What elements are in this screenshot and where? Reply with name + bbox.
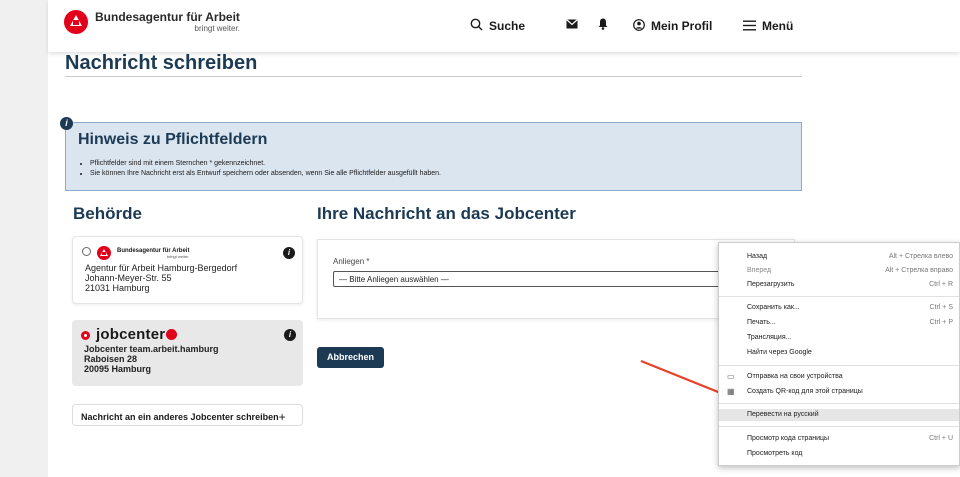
notifications-button[interactable] xyxy=(598,18,608,33)
title-divider xyxy=(65,76,802,77)
ba-logo[interactable]: Bundesagentur für Arbeit bringt weiter. xyxy=(64,10,240,34)
ba-logo-icon xyxy=(97,246,111,260)
profile-label: Mein Profil xyxy=(651,19,713,33)
ctx-label: Просмотреть код xyxy=(747,450,803,457)
search-label: Suche xyxy=(489,19,526,33)
authority-radio-selected[interactable] xyxy=(81,331,90,340)
ctx-separator xyxy=(719,403,959,404)
ba-mini-logo: Bundesagentur für Arbeit bringt weiter. xyxy=(97,246,189,260)
ctx-separator xyxy=(719,365,959,366)
ctx-label: Трансляция... xyxy=(747,334,792,341)
message-heading: Ihre Nachricht an das Jobcenter xyxy=(317,204,576,223)
plus-icon: + xyxy=(278,410,286,424)
ba-logo-icon xyxy=(64,10,88,34)
ctx-view-source[interactable]: Просмотр кода страницы Ctrl + U xyxy=(719,433,959,445)
menu-button[interactable]: Menü xyxy=(743,18,793,34)
notice-title: Hinweis zu Pflichtfeldern xyxy=(78,131,268,148)
info-icon[interactable]: i xyxy=(284,329,296,341)
authority-street: Raboisen 28 xyxy=(84,354,138,364)
authority-name: Agentur für Arbeit Hamburg-Bergedorf xyxy=(85,263,238,273)
ctx-send-to-devices[interactable]: ▭ Отправка на свои устройства xyxy=(719,371,959,383)
mini-logo-title: Bundesagentur für Arbeit xyxy=(117,247,190,254)
info-icon: i xyxy=(60,117,73,130)
logo-slogan: bringt weiter. xyxy=(194,24,240,33)
ctx-print[interactable]: Печать... Ctrl + P xyxy=(719,317,959,329)
ctx-label: Отправка на свои устройства xyxy=(747,373,843,380)
ctx-inspect[interactable]: Просмотреть код xyxy=(719,448,959,460)
behoerde-heading: Behörde xyxy=(73,204,142,223)
jobcenter-logo-icon xyxy=(166,329,178,340)
ctx-label: Назад xyxy=(747,253,768,260)
search-icon xyxy=(470,18,483,34)
required-fields-notice: i Hinweis zu Pflichtfeldern Pflichtfelde… xyxy=(60,117,802,191)
anliegen-label: Anliegen * xyxy=(333,257,370,266)
bell-icon xyxy=(598,18,608,33)
mail-button[interactable] xyxy=(566,18,578,32)
ctx-shortcut: Alt + Стрелка влево xyxy=(888,253,953,260)
ctx-label: Просмотр кода страницы xyxy=(747,435,830,442)
ctx-shortcut: Ctrl + R xyxy=(929,281,953,288)
ctx-qr-code[interactable]: ▦ Создать QR-код для этой страницы xyxy=(719,386,959,398)
authority-name: Jobcenter team.arbeit.hamburg xyxy=(84,344,219,354)
site-header: Bundesagentur für Arbeit bringt weiter. … xyxy=(48,0,960,52)
authority-card-agentur[interactable]: Bundesagentur für Arbeit bringt weiter. … xyxy=(72,236,303,304)
logo-title: Bundesagentur für Arbeit xyxy=(95,10,240,24)
notice-item: Sie können Ihre Nachricht erst als Entwu… xyxy=(90,169,441,179)
profile-button[interactable]: Mein Profil xyxy=(633,18,712,34)
hamburger-icon xyxy=(743,18,756,34)
authority-city: 20095 Hamburg xyxy=(84,364,152,374)
ctx-back[interactable]: Назад Alt + Стрелка влево xyxy=(719,251,959,263)
other-jobcenter-label: Nachricht an ein anderes Jobcenter schre… xyxy=(81,412,279,422)
authority-card-jobcenter[interactable]: jobcenter i Jobcenter team.arbeit.hambur… xyxy=(72,320,303,386)
ctx-save-as[interactable]: Сохранить как... Ctrl + S xyxy=(719,302,959,314)
ctx-separator xyxy=(719,296,959,297)
ctx-label: Вперед xyxy=(747,267,772,274)
ctx-shortcut: Ctrl + S xyxy=(929,304,953,311)
search-button[interactable]: Suche xyxy=(470,18,525,34)
user-icon xyxy=(633,18,645,34)
ctx-label: Создать QR-код для этой страницы xyxy=(747,388,863,395)
other-jobcenter-link[interactable]: Nachricht an ein anderes Jobcenter schre… xyxy=(72,404,303,426)
ctx-translate[interactable]: Перевести на русский xyxy=(719,409,959,421)
ctx-label: Сохранить как... xyxy=(747,304,800,311)
ctx-forward[interactable]: Вперед Alt + Стрелка вправо xyxy=(719,265,959,277)
ctx-separator xyxy=(719,426,959,427)
info-icon[interactable]: i xyxy=(283,247,295,259)
ctx-cast[interactable]: Трансляция... xyxy=(719,332,959,344)
ctx-label: Перезагрузить xyxy=(747,281,795,288)
cancel-button[interactable]: Abbrechen xyxy=(317,347,384,368)
ctx-label: Перевести на русский xyxy=(747,411,819,418)
mini-logo-slogan: bringt weiter. xyxy=(166,253,190,259)
notice-item: Pflichtfelder sind mit einem Sternchen *… xyxy=(90,159,441,169)
ctx-label: Печать... xyxy=(747,319,776,326)
devices-icon: ▭ xyxy=(727,372,735,381)
page-title: Nachricht schreiben xyxy=(65,52,258,74)
ctx-shortcut: Alt + Стрелка вправо xyxy=(885,267,953,274)
qr-code-icon: ▦ xyxy=(727,387,735,396)
ctx-shortcut: Ctrl + P xyxy=(929,319,953,326)
authority-city: 21031 Hamburg xyxy=(85,283,150,293)
authority-radio[interactable] xyxy=(82,247,91,256)
authority-street: Johann-Meyer-Str. 55 xyxy=(85,273,172,283)
ctx-reload[interactable]: Перезагрузить Ctrl + R xyxy=(719,279,959,291)
ctx-search-google[interactable]: Найти через Google xyxy=(719,347,959,359)
mail-icon xyxy=(566,18,578,32)
jobcenter-logo: jobcenter xyxy=(96,326,178,343)
menu-label: Menü xyxy=(762,19,794,33)
context-menu: Назад Alt + Стрелка влево Вперед Alt + С… xyxy=(718,242,960,466)
jobcenter-logo-text: jobcenter xyxy=(96,326,166,343)
ctx-shortcut: Ctrl + U xyxy=(929,435,953,442)
ctx-label: Найти через Google xyxy=(747,349,812,356)
